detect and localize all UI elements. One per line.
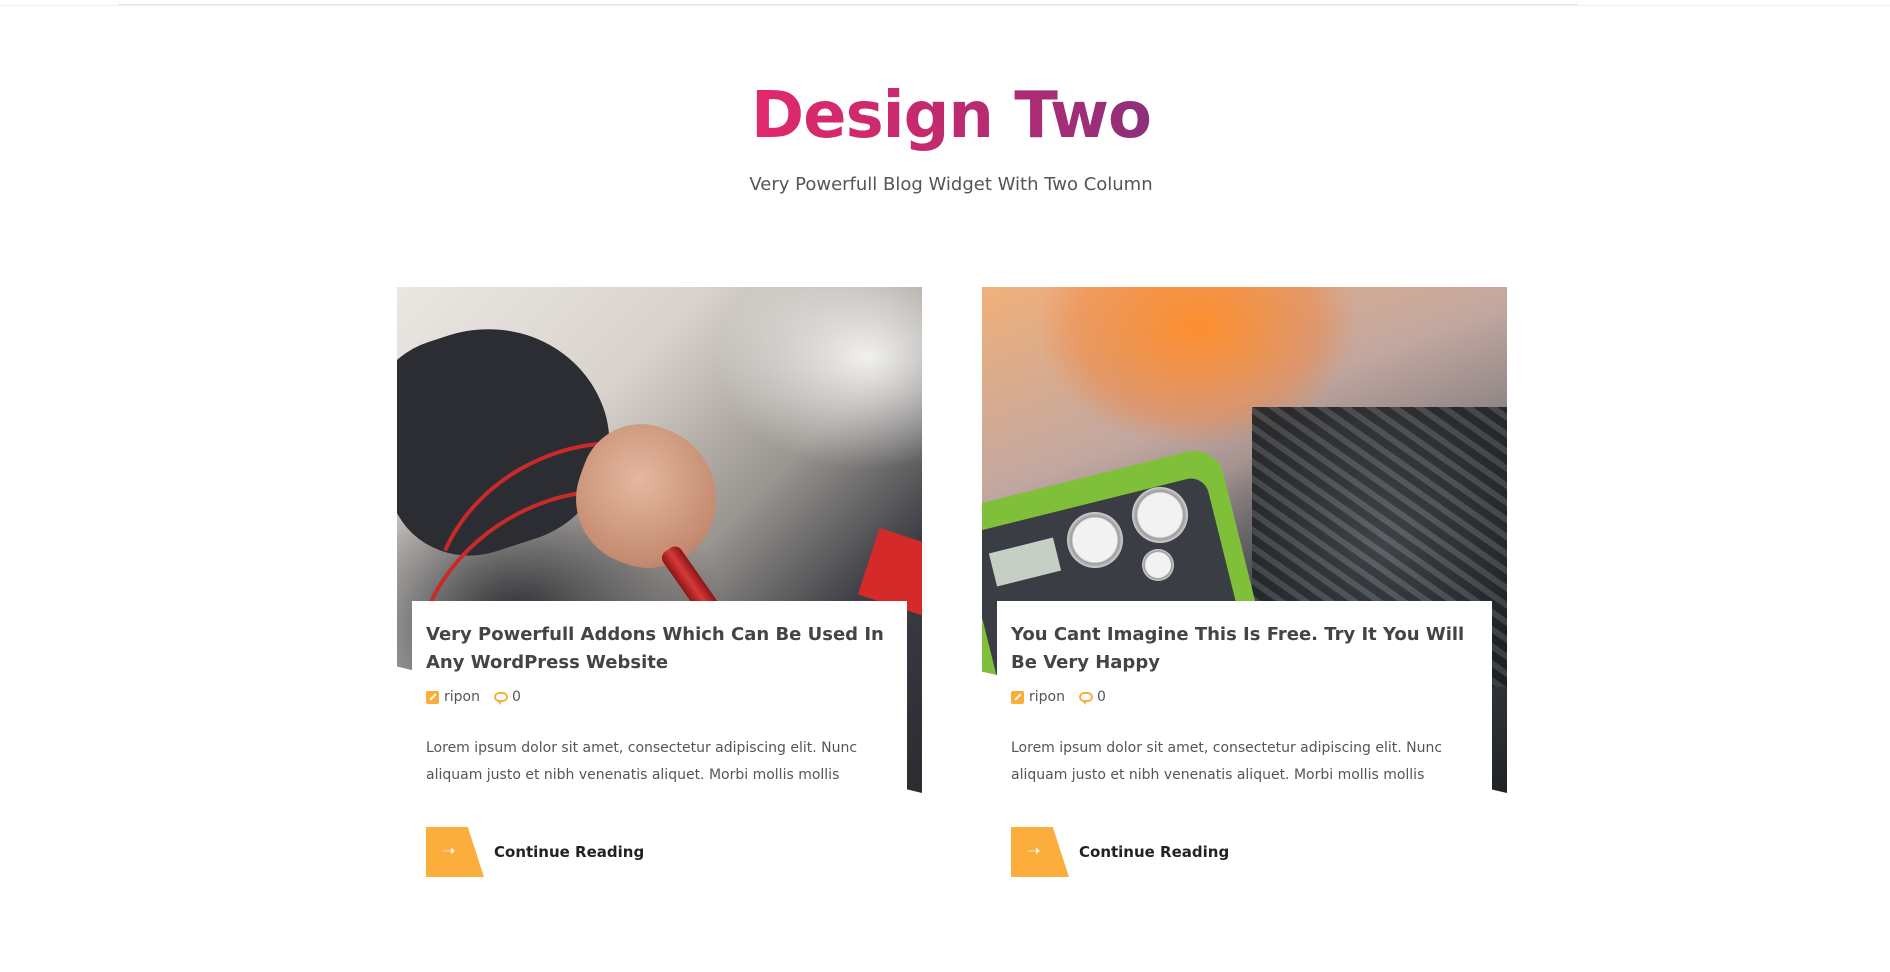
post-body: Very Powerfull Addons Which Can Be Used … xyxy=(412,601,907,877)
continue-reading-link[interactable]: ➝ Continue Reading xyxy=(426,827,644,877)
post-comment-count[interactable]: 0 xyxy=(1097,689,1106,705)
post-excerpt: Lorem ipsum dolor sit amet, consectetur … xyxy=(426,740,858,783)
pencil-square-icon xyxy=(426,690,439,704)
arrow-right-icon: ➝ xyxy=(1027,841,1041,860)
post-excerpt: Lorem ipsum dolor sit amet, consectetur … xyxy=(1011,740,1443,783)
post-meta: ripon 0 xyxy=(1011,687,1106,707)
top-divider xyxy=(0,5,1890,6)
post-meta: ripon 0 xyxy=(426,687,521,707)
post-author[interactable]: ripon xyxy=(1029,689,1065,705)
post-title[interactable]: You Cant Imagine This Is Free. Try It Yo… xyxy=(1011,621,1481,677)
section-subtitle: Very Powerfull Blog Widget With Two Colu… xyxy=(749,174,1153,195)
top-divider-line xyxy=(118,4,1578,5)
post-comment-count[interactable]: 0 xyxy=(512,689,521,705)
arrow-right-icon: ➝ xyxy=(442,841,456,860)
post-author[interactable]: ripon xyxy=(444,689,480,705)
section-title: Design Two xyxy=(751,68,1152,164)
continue-reading-button[interactable]: ➝ xyxy=(1011,827,1069,877)
photo-gauge xyxy=(1067,512,1123,568)
pencil-square-icon xyxy=(1011,690,1024,704)
photo-gauge xyxy=(1142,549,1174,581)
photo-gauge xyxy=(1132,487,1188,543)
post-body: You Cant Imagine This Is Free. Try It Yo… xyxy=(997,601,1492,877)
continue-reading-label[interactable]: Continue Reading xyxy=(1079,843,1229,861)
comment-bubble-icon xyxy=(1078,692,1093,705)
continue-reading-link[interactable]: ➝ Continue Reading xyxy=(1011,827,1229,877)
comment-bubble-icon xyxy=(493,692,508,705)
blog-card: Very Powerfull Addons Which Can Be Used … xyxy=(397,287,922,877)
post-title[interactable]: Very Powerfull Addons Which Can Be Used … xyxy=(426,621,896,677)
continue-reading-button[interactable]: ➝ xyxy=(426,827,484,877)
section-heading: Design Two Very Powerfull Blog Widget Wi… xyxy=(0,68,1890,195)
blog-card: You Cant Imagine This Is Free. Try It Yo… xyxy=(982,287,1507,877)
continue-reading-label[interactable]: Continue Reading xyxy=(494,843,644,861)
